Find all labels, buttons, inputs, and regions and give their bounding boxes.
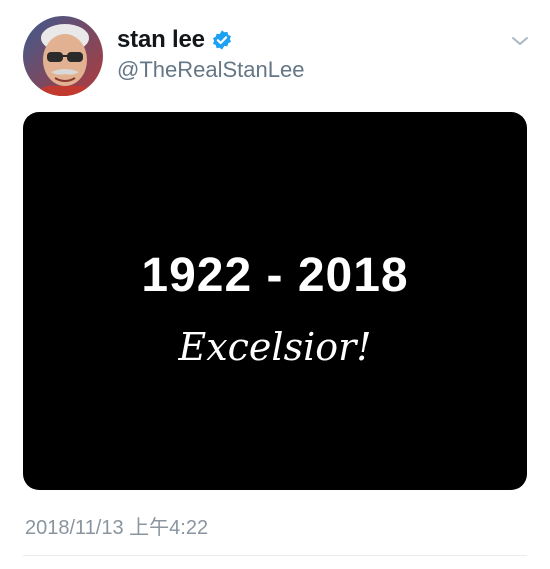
author-info: stan lee [117, 26, 233, 54]
user-handle[interactable]: @TheRealStanLee [117, 57, 304, 83]
avatar[interactable] [23, 16, 103, 96]
media-years-text: 1922 - 2018 [141, 249, 409, 302]
divider [23, 555, 527, 556]
verified-badge-icon [211, 29, 233, 51]
chevron-down-icon[interactable] [510, 34, 530, 48]
tweet: stan lee @TheRealStanLee 1922 - 2018 Exc… [0, 0, 550, 569]
tweet-timestamp[interactable]: 2018/11/13 上午4:22 [25, 511, 208, 540]
media-tagline-text: Excelsior! [178, 325, 372, 369]
tweet-media-image[interactable]: 1922 - 2018 Excelsior! [23, 112, 527, 490]
display-name[interactable]: stan lee [117, 26, 205, 54]
avatar-image [23, 16, 103, 96]
